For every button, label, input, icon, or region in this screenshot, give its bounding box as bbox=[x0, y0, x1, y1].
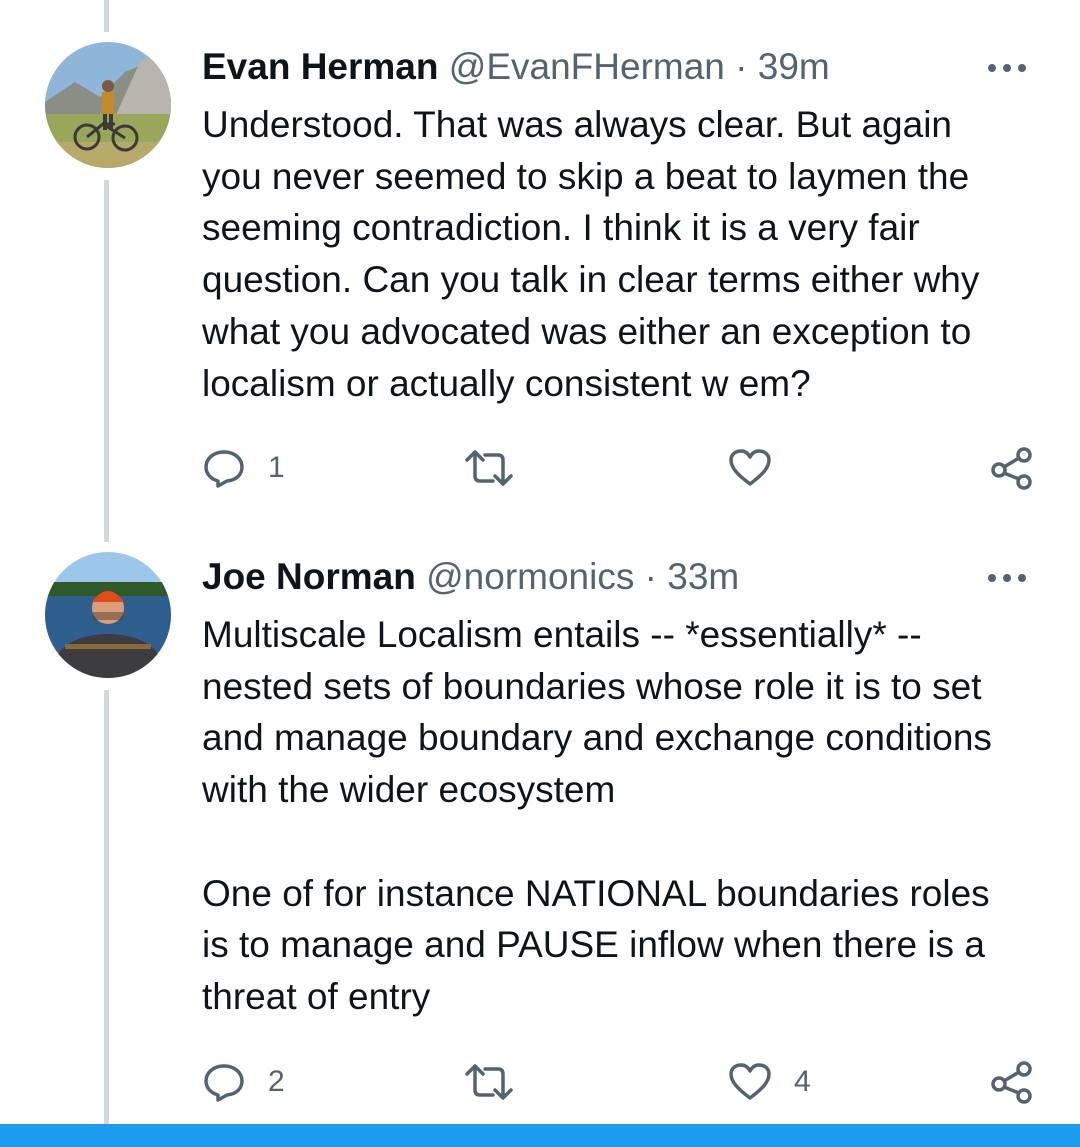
separator-dot: · bbox=[735, 46, 748, 87]
retweet-icon bbox=[465, 450, 513, 486]
share-button[interactable] bbox=[990, 1061, 1034, 1104]
author-name[interactable]: Joe Norman bbox=[202, 556, 416, 597]
tweet-header: Joe Norman @normonics · 33m bbox=[202, 554, 739, 600]
author-name[interactable]: Evan Herman bbox=[202, 46, 439, 87]
like-button[interactable]: 4 bbox=[728, 1062, 811, 1102]
tweet-evan-herman[interactable]: Evan Herman @EvanFHerman · 39m Understoo… bbox=[0, 0, 1080, 530]
heart-icon bbox=[729, 449, 771, 486]
share-icon bbox=[991, 447, 1032, 490]
more-icon[interactable] bbox=[988, 58, 1032, 78]
timestamp[interactable]: 33m bbox=[667, 556, 739, 597]
reply-icon bbox=[204, 450, 244, 488]
retweet-button[interactable] bbox=[463, 1062, 537, 1102]
like-count: 4 bbox=[794, 1065, 811, 1098]
author-handle[interactable]: @normonics bbox=[426, 556, 634, 597]
timestamp[interactable]: 39m bbox=[758, 46, 830, 87]
separator-dot: · bbox=[644, 556, 657, 597]
avatar[interactable] bbox=[45, 552, 171, 678]
reply-button[interactable]: 1 bbox=[202, 448, 285, 488]
reply-icon bbox=[204, 1064, 244, 1102]
reply-button[interactable]: 2 bbox=[202, 1062, 285, 1102]
reply-count: 1 bbox=[268, 451, 285, 484]
reply-count: 2 bbox=[268, 1065, 285, 1098]
bottom-accent-bar bbox=[0, 1124, 1080, 1147]
heart-icon bbox=[729, 1063, 771, 1100]
retweet-button[interactable] bbox=[463, 448, 537, 488]
tweet-text: Multiscale Localism entails -- *essentia… bbox=[202, 614, 992, 1017]
tweet-text: Understood. That was always clear. But a… bbox=[202, 104, 980, 404]
tweet-joe-norman[interactable]: Joe Norman @normonics · 33m Multiscale L… bbox=[0, 530, 1080, 1124]
avatar[interactable] bbox=[45, 42, 171, 168]
share-icon bbox=[991, 1061, 1032, 1104]
author-handle[interactable]: @EvanFHerman bbox=[449, 46, 725, 87]
like-button[interactable] bbox=[728, 448, 794, 488]
tweet-header: Evan Herman @EvanFHerman · 39m bbox=[202, 44, 830, 90]
share-button[interactable] bbox=[990, 447, 1034, 490]
retweet-icon bbox=[465, 1064, 513, 1100]
more-icon[interactable] bbox=[988, 568, 1032, 588]
